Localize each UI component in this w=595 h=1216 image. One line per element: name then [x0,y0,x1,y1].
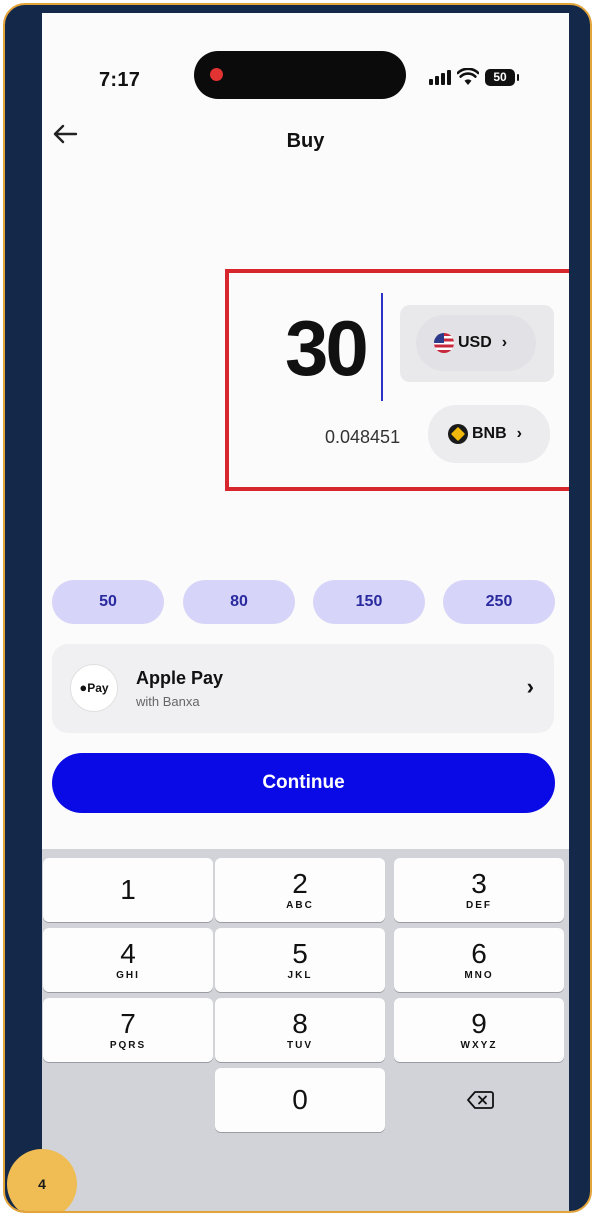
crypto-amount: 0.048451 [325,427,401,447]
us-flag-icon [434,333,454,353]
status-time: 7:17 [99,69,141,91]
fiat-currency-selector[interactable]: USD › [416,315,536,371]
numeric-keypad: 1 2 ABC 3 DEF 4 GHI 5 JKL 6 MNO 7 PQRS 8… [42,849,569,1211]
preset-amount-button[interactable]: 150 [313,580,425,624]
signal-icon [429,69,451,85]
delete-key[interactable] [394,1068,564,1132]
step-number-badge: 4 [7,1149,77,1211]
key-9[interactable]: 9 WXYZ [394,998,564,1062]
fiat-currency-label: USD [458,334,492,351]
status-icons: 50 [429,68,519,86]
preset-amount-button[interactable]: 50 [52,580,164,624]
fiat-amount-input[interactable]: 30 [285,309,369,387]
payment-title: Apple Pay [136,668,224,688]
key-6[interactable]: 6 MNO [394,928,564,992]
bnb-coin-icon [448,424,468,444]
dynamic-island [194,51,406,99]
payment-subtitle: with Banxa [136,694,200,709]
crypto-currency-label: BNB [472,425,507,442]
recording-dot-icon [210,68,223,81]
key-8[interactable]: 8 TUV [215,998,385,1062]
battery-icon: 50 [485,68,519,86]
chevron-right-icon: › [516,425,522,442]
key-0[interactable]: 0 [215,1068,385,1132]
payment-method-selector[interactable]: ●Pay Apple Pay with Banxa › [52,644,554,733]
page-title: Buy [286,130,325,152]
key-2[interactable]: 2 ABC [215,858,385,922]
key-5[interactable]: 5 JKL [215,928,385,992]
apple-pay-logo: ●Pay [70,664,118,712]
key-7[interactable]: 7 PQRS [43,998,213,1062]
backspace-icon [467,1091,494,1109]
preset-amount-button[interactable]: 80 [183,580,295,624]
text-caret [381,293,383,401]
key-4[interactable]: 4 GHI [43,928,213,992]
phone-screen: 7:17 50 Buy 30 USD › 0.048451 BNB › 50 8… [42,13,569,1211]
wifi-icon [457,68,479,85]
preset-amount-button[interactable]: 250 [443,580,555,624]
chevron-right-icon: › [501,334,508,351]
key-3[interactable]: 3 DEF [394,858,564,922]
crypto-currency-selector[interactable]: BNB › [428,405,550,463]
continue-button[interactable]: Continue [52,753,555,813]
chevron-right-icon: › [526,674,534,699]
device-frame: 7:17 50 Buy 30 USD › 0.048451 BNB › 50 8… [3,3,592,1213]
key-1[interactable]: 1 [43,858,213,922]
